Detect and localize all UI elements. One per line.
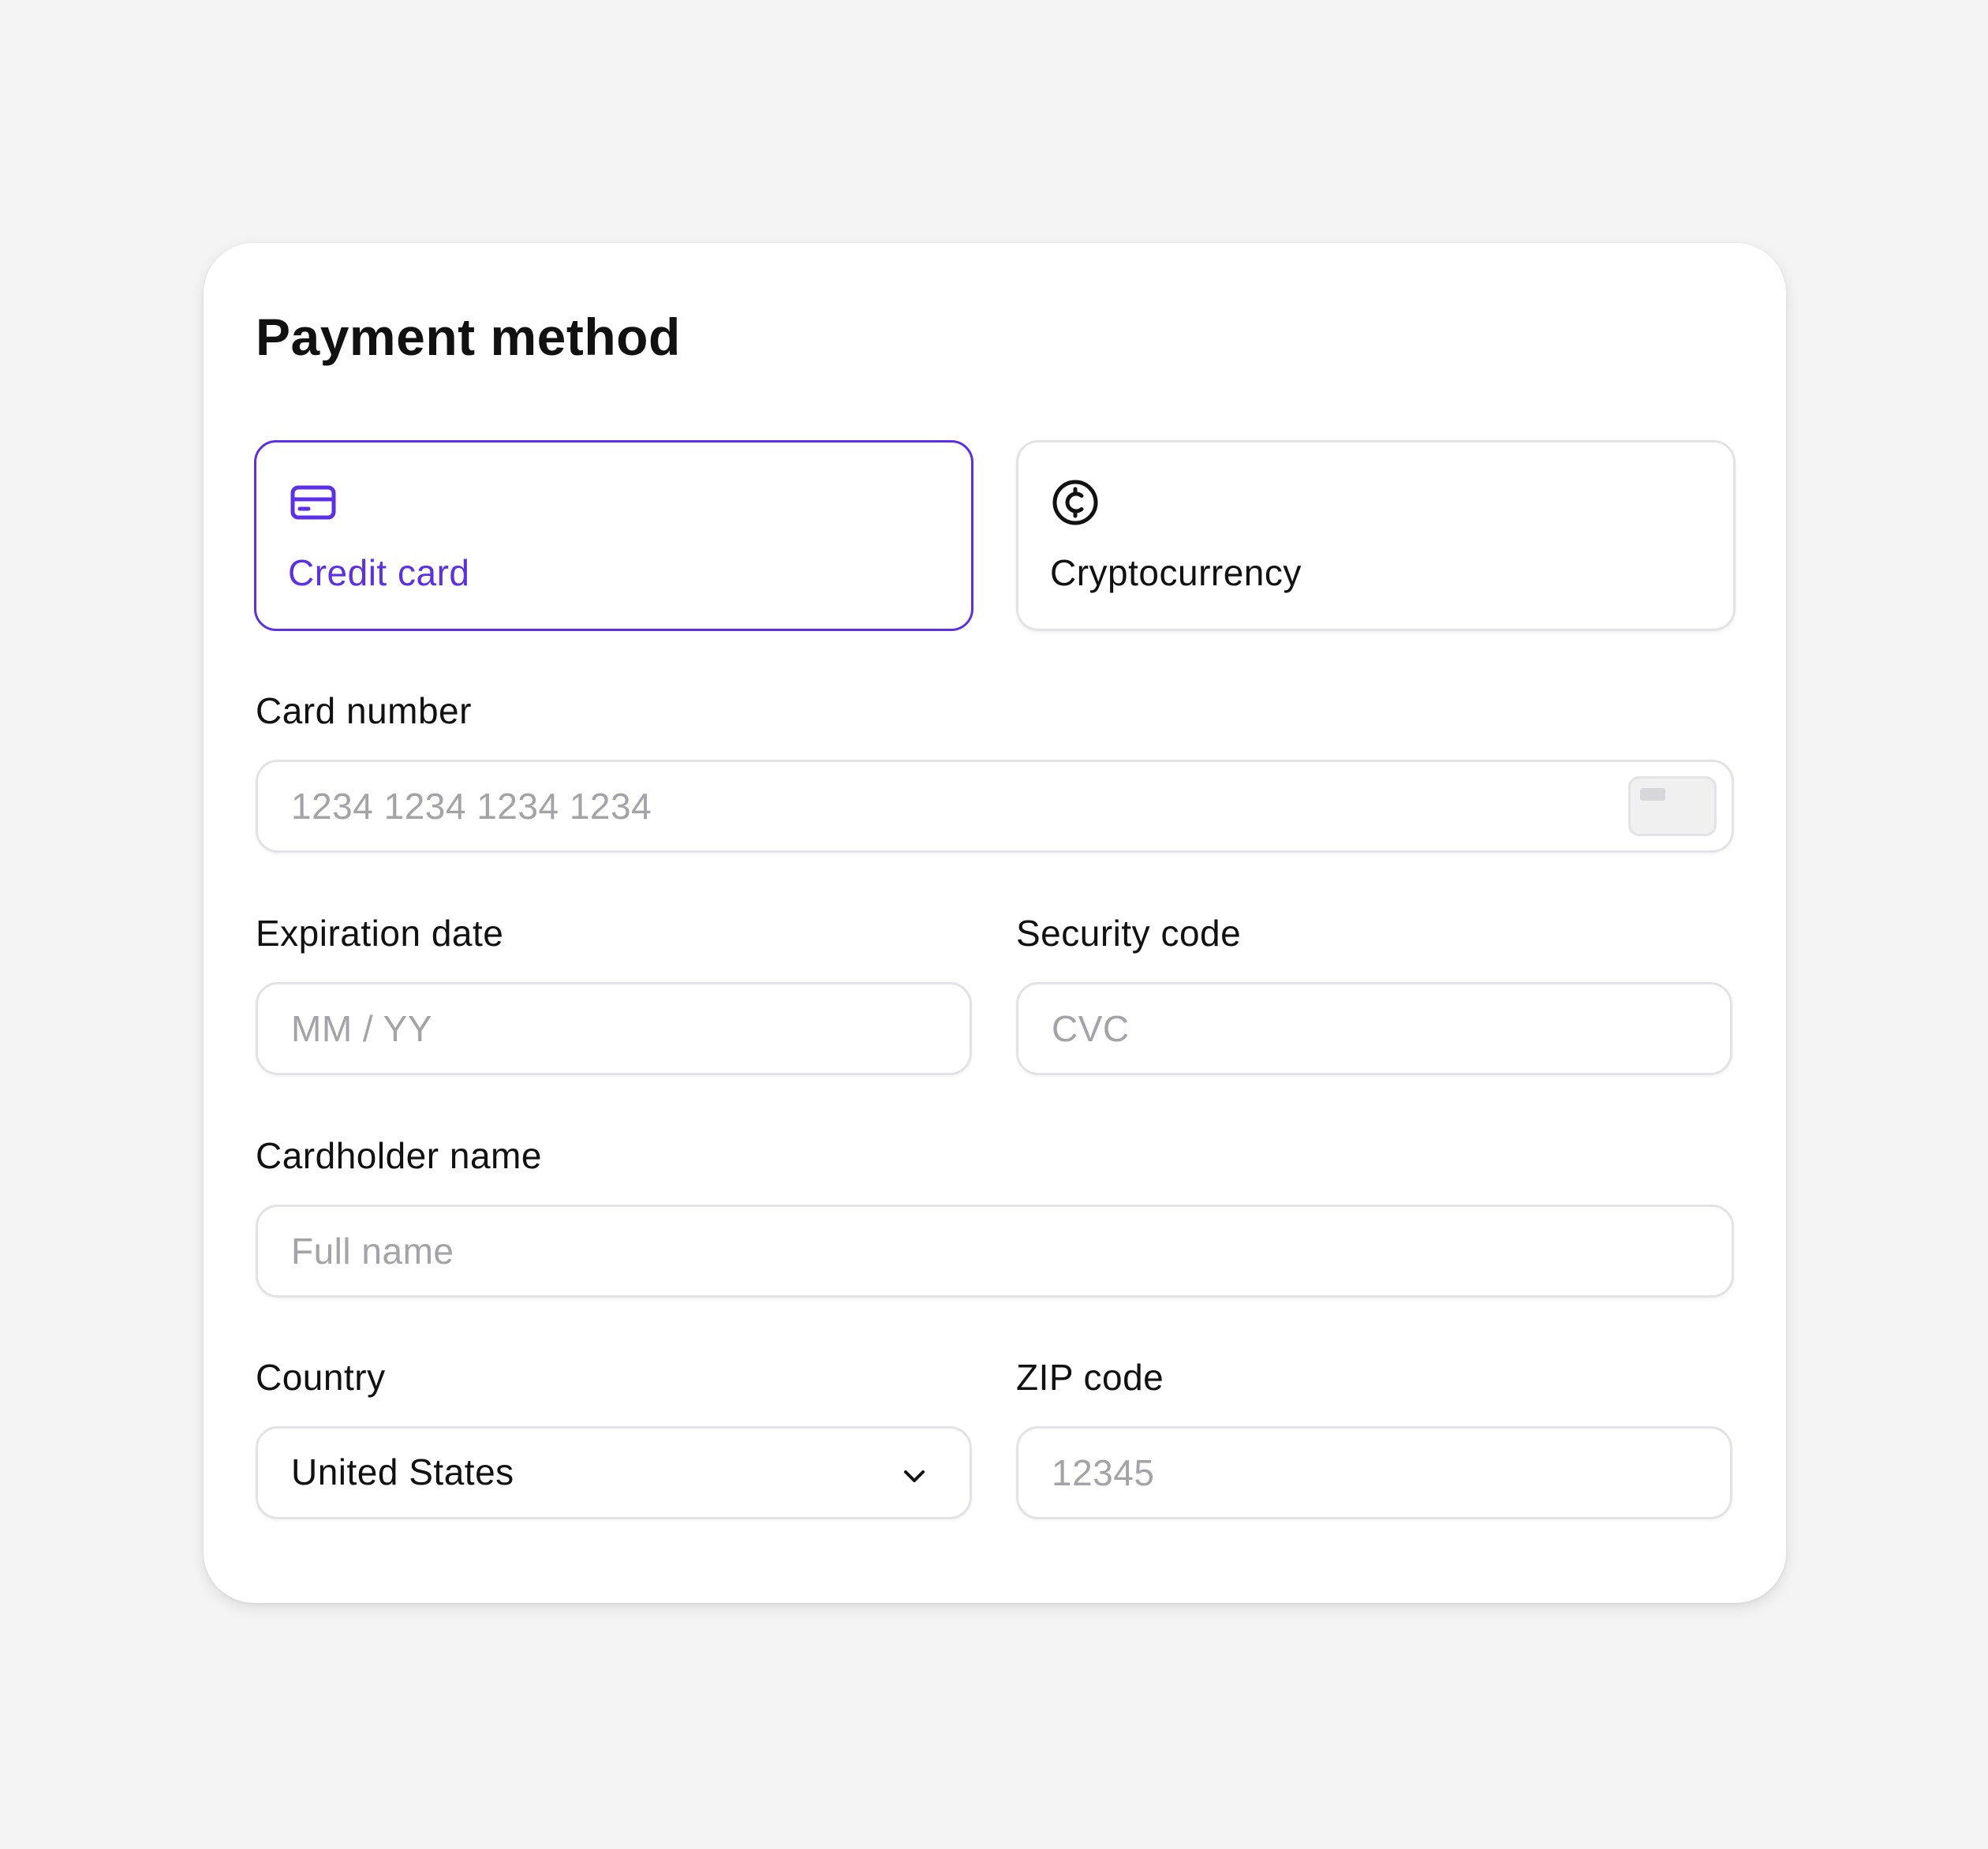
security-code-input[interactable] (1016, 982, 1732, 1075)
cardholder-name-input[interactable] (256, 1205, 1734, 1298)
card-brand-icon (1628, 776, 1717, 836)
cent-coin-icon (1052, 480, 1098, 525)
zip-code-input[interactable] (1016, 1426, 1732, 1519)
payment-option-label: Cryptocurrency (1050, 552, 1302, 593)
card-chip-shape (1640, 788, 1665, 801)
country-label: Country (256, 1357, 386, 1398)
payment-option-label: Credit card (288, 552, 470, 593)
payment-option-cryptocurrency[interactable]: Cryptocurrency (1016, 440, 1736, 631)
country-select-value: United States (291, 1451, 514, 1492)
page-title: Payment method (256, 308, 681, 366)
expiration-date-input[interactable] (256, 982, 972, 1075)
country-select[interactable]: United States (256, 1426, 972, 1519)
credit-card-icon (290, 485, 336, 520)
card-number-label: Card number (256, 690, 472, 731)
expiration-date-label: Expiration date (256, 913, 504, 954)
payment-option-credit-card[interactable]: Credit card (254, 440, 973, 631)
chevron-down-icon (904, 1470, 925, 1482)
cardholder-name-label: Cardholder name (256, 1135, 542, 1176)
security-code-label: Security code (1016, 913, 1242, 954)
zip-code-label: ZIP code (1016, 1357, 1164, 1398)
payment-method-card: Payment method Credit card Cryptocurrenc… (204, 243, 1786, 1603)
card-number-input[interactable] (256, 760, 1734, 853)
